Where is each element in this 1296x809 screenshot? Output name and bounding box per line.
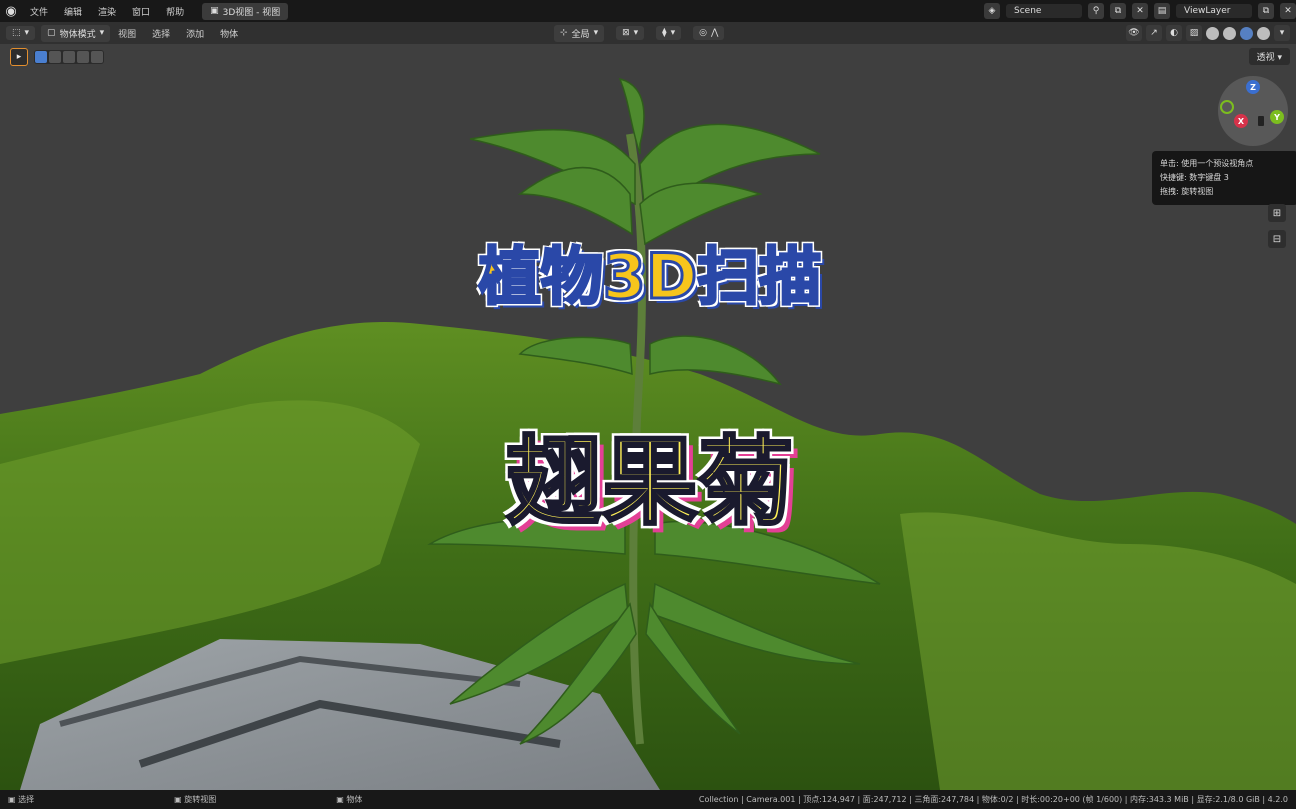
snap-dropdown[interactable]: ⧫ ▾ (656, 26, 682, 40)
object-mode-icon: ▢ (47, 28, 56, 38)
tooltip-line-2: 快捷键: 数字键盘 3 (1160, 173, 1229, 182)
workspace-tab[interactable]: ▣ 3D视图 - 视图 (202, 2, 289, 20)
gizmo-neg-y-axis[interactable] (1220, 100, 1234, 114)
status-hint-rotate-label: 旋转视图 (184, 795, 217, 804)
view-options-dropdown[interactable]: 透视 ▾ (1248, 48, 1290, 65)
status-stats: Collection | Camera.001 | 顶点:124,947 | 面… (698, 795, 1288, 804)
select-tool-icon[interactable]: ▸ (10, 48, 28, 66)
gizmo-z-axis[interactable]: Z (1246, 80, 1260, 94)
menu-window[interactable]: 窗口 (124, 5, 158, 18)
visibility-icon[interactable]: 👁 (1126, 25, 1142, 41)
pivot-icon: ⊠ (622, 28, 630, 38)
main-menu: 文件 编辑 渲染 窗口 帮助 (22, 5, 192, 18)
new-scene-icon[interactable]: ⧉ (1110, 3, 1126, 19)
header-right-tools: 👁 ↗ ◐ ▨ ▾ (1126, 22, 1290, 44)
select-subtract-icon[interactable] (63, 51, 75, 63)
mode-label: 物体模式 (59, 29, 96, 40)
top-right-controls: ◈ Scene ⚲ ⧉ ✕ ▤ ViewLayer ⧉ ✕ (984, 0, 1296, 22)
scene-field[interactable]: Scene (1006, 4, 1082, 18)
snap-icon: ⧫ (662, 28, 667, 38)
select-new-icon[interactable] (35, 51, 47, 63)
status-hints: ▣ 选择 ▣ 旋转视图 ▣ 物体 (0, 794, 362, 805)
transform-orientation-dropdown[interactable]: ⊹ 全局 ▾ (554, 24, 605, 42)
status-hint-select: ▣ 选择 (8, 795, 35, 804)
overlay-title-line-2: 翅果菊 (505, 425, 796, 540)
status-hint-select-label: 选择 (18, 795, 35, 804)
overlay-title-line-1: 植物3D扫描 (477, 239, 823, 315)
camera-view-icon[interactable]: ⊞ (1268, 204, 1286, 222)
viewport-header: ⬚ ▾ ▢ 物体模式 ▾ 视图 选择 添加 物体 ⊹ 全局 ▾ ⊠ ▾ ⧫ ▾ ◎ ⋀ 👁 … (0, 22, 1296, 44)
gizmo-tooltip: 单击: 使用一个预设视角点 快捷键: 数字键盘 3 拖拽: 旋转视图 (1152, 151, 1296, 205)
select-invert-icon[interactable] (77, 51, 89, 63)
rendered-shading-icon[interactable] (1257, 26, 1270, 40)
navigation-gizmo[interactable]: Z Y X (1218, 76, 1288, 146)
header-menu-object[interactable]: 物体 (212, 27, 246, 40)
proportional-icon: ◎ (699, 28, 708, 38)
header-menu-add[interactable]: 添加 (178, 27, 212, 40)
new-viewlayer-icon[interactable]: ⧉ (1258, 3, 1274, 19)
delete-scene-icon[interactable]: ✕ (1132, 3, 1148, 19)
3d-viewport[interactable]: ▸ 透视 ▾ Z Y X 单击: 使用一个预设视角点 快捷键: 数字键盘 3 拖… (0, 44, 1296, 790)
selection-mode-group (34, 50, 104, 64)
solid-shading-icon[interactable] (1223, 26, 1236, 40)
viewlayer-field[interactable]: ViewLayer (1176, 4, 1252, 18)
blender-logo-icon[interactable]: ◉ (0, 0, 22, 22)
orientation-label: 全局 (571, 29, 590, 40)
view-options-label: 透视 (1256, 53, 1275, 63)
viewport-toolbar: ▸ (10, 48, 104, 66)
menu-file[interactable]: 文件 (22, 5, 56, 18)
menu-edit[interactable]: 编辑 (56, 5, 90, 18)
editor-type-dropdown[interactable]: ⬚ ▾ (6, 26, 36, 40)
tooltip-line-1: 单击: 使用一个预设视角点 (1160, 159, 1254, 168)
proportional-edit-dropdown[interactable]: ◎ ⋀ (693, 26, 725, 40)
pivot-dropdown[interactable]: ⊠ ▾ (616, 26, 645, 40)
header-menu-select[interactable]: 选择 (144, 27, 178, 40)
material-shading-icon[interactable] (1240, 26, 1253, 40)
status-hint-rotate: ▣ 旋转视图 (174, 795, 217, 804)
wireframe-shading-icon[interactable] (1206, 26, 1219, 40)
menu-render[interactable]: 渲染 (90, 5, 124, 18)
tooltip-line-3: 拖拽: 旋转视图 (1160, 187, 1214, 196)
scene-icon[interactable]: ◈ (984, 3, 1000, 19)
mode-dropdown[interactable]: ▢ 物体模式 ▾ (41, 24, 111, 42)
editor-type-icon: ⬚ (12, 28, 21, 38)
delete-viewlayer-icon[interactable]: ✕ (1280, 3, 1296, 19)
header-menu-view[interactable]: 视图 (110, 27, 144, 40)
orientation-icon: ⊹ (560, 28, 568, 38)
select-extend-icon[interactable] (49, 51, 61, 63)
pin-icon[interactable]: ⚲ (1088, 3, 1104, 19)
top-menu-bar: ◉ 文件 编辑 渲染 窗口 帮助 ▣ 3D视图 - 视图 ◈ Scene ⚲ ⧉… (0, 0, 1296, 22)
viewport-icon: ▣ (210, 6, 219, 16)
status-hint-object: ▣ 物体 (336, 795, 363, 804)
mouse-cursor-icon (1258, 116, 1264, 126)
status-hint-object-label: 物体 (346, 795, 363, 804)
xray-toggle-icon[interactable]: ▨ (1186, 25, 1202, 41)
perspective-toggle-icon[interactable]: ⊟ (1268, 230, 1286, 248)
header-center-tools: ⊹ 全局 ▾ ⊠ ▾ ⧫ ▾ ◎ ⋀ (548, 22, 725, 44)
overlay-toggle-icon[interactable]: ◐ (1166, 25, 1182, 41)
viewlayer-icon[interactable]: ▤ (1154, 3, 1170, 19)
gizmo-x-axis[interactable]: X (1234, 114, 1248, 128)
gizmo-y-axis[interactable]: Y (1270, 110, 1284, 124)
shading-options-icon[interactable]: ▾ (1274, 25, 1290, 41)
status-bar: ▣ 选择 ▣ 旋转视图 ▣ 物体 Collection | Camera.001… (0, 790, 1296, 809)
workspace-tab-label: 3D视图 - 视图 (222, 7, 281, 18)
gizmo-toggle-icon[interactable]: ↗ (1146, 25, 1162, 41)
select-intersect-icon[interactable] (91, 51, 103, 63)
menu-help[interactable]: 帮助 (158, 5, 192, 18)
